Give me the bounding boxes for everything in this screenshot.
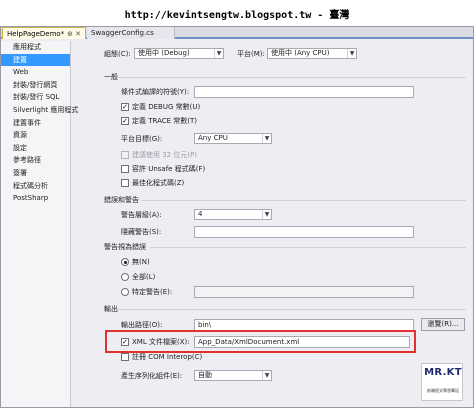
radio-specific-label: 特定警告(E): — [132, 288, 173, 296]
radio-none-label: 無(N) — [132, 258, 150, 266]
browse-button[interactable]: 瀏覽(R)... — [421, 318, 465, 331]
conditional-symbols-input[interactable] — [194, 86, 414, 98]
sidebar-item-package-publish-sql[interactable]: 封裝/發行 SQL — [1, 91, 70, 104]
define-debug-checkbox[interactable]: ✓ — [121, 103, 129, 111]
serialization-label: 產生序列化組件(E): — [121, 372, 183, 380]
errors-section-title: 錯誤和警告 — [104, 196, 139, 204]
blog-url-banner: http://kevintsengtw.blogspot.tw - 臺灣 — [0, 0, 474, 26]
com-interop-label: 註冊 COM Interop(C) — [132, 353, 203, 361]
mrkt-logo: MR.KT 前端程式學習筆記 — [421, 363, 463, 401]
section-divider — [150, 247, 466, 248]
suppress-warnings-label: 隱藏警告(S): — [121, 228, 162, 236]
config-value: 使用中 (Debug) — [138, 49, 190, 57]
document-tab-bar: HelpPageDemo* ⊕ ✕ SwaggerConfig.cs — [1, 27, 473, 39]
warning-level-label: 警告層級(A): — [121, 211, 162, 219]
radio-none[interactable] — [121, 258, 129, 266]
output-path-label: 輸出路徑(O): — [121, 321, 163, 329]
output-section-title: 輸出 — [104, 305, 118, 313]
sidebar-item-settings[interactable]: 設定 — [1, 142, 70, 155]
prefer-32bit-label: 建議使用 32 位元(P) — [132, 151, 198, 159]
section-divider — [118, 77, 466, 78]
config-label: 組態(C): — [104, 50, 131, 58]
chevron-down-icon: ▼ — [214, 49, 223, 58]
platform-value: 使用中 (Any CPU) — [271, 49, 330, 57]
serialization-dropdown[interactable]: 自動 ▼ — [194, 370, 272, 381]
warning-level-dropdown[interactable]: 4 ▼ — [194, 209, 272, 220]
sidebar-item-signing[interactable]: 簽署 — [1, 167, 70, 180]
sidebar-item-build-events[interactable]: 建置事件 — [1, 117, 70, 130]
section-divider — [140, 200, 466, 201]
tab-label: HelpPageDemo* — [7, 30, 65, 38]
annotation-highlight-box — [105, 330, 416, 353]
sidebar-item-build[interactable]: 建置 — [1, 53, 70, 67]
sidebar-item-resources[interactable]: 資源 — [1, 129, 70, 142]
define-debug-label: 定義 DEBUG 常數(U) — [132, 103, 201, 111]
sidebar-item-reference-paths[interactable]: 參考路徑 — [1, 154, 70, 167]
specific-warnings-input[interactable] — [194, 286, 414, 298]
sidebar-item-silverlight[interactable]: Silverlight 應用程式 — [1, 104, 78, 117]
tab-helppagedemo[interactable]: HelpPageDemo* ⊕ ✕ — [2, 27, 86, 39]
prefer-32bit-checkbox[interactable] — [121, 151, 129, 159]
serialization-value: 自動 — [198, 371, 212, 379]
chevron-down-icon: ▼ — [262, 371, 271, 380]
chevron-down-icon: ▼ — [262, 210, 271, 219]
optimize-label: 最佳化程式碼(Z) — [132, 179, 185, 187]
platform-target-label: 平台目標(G): — [121, 135, 163, 143]
logo-subtitle: 前端程式學習筆記 — [427, 388, 459, 393]
radio-specific-warnings[interactable] — [121, 288, 129, 296]
pin-close-icon[interactable]: ⊕ ✕ — [67, 28, 81, 40]
platform-label: 平台(M): — [237, 50, 265, 58]
com-interop-checkbox[interactable] — [121, 353, 129, 361]
platform-target-dropdown[interactable]: Any CPU ▼ — [194, 133, 272, 144]
allow-unsafe-label: 容許 Unsafe 程式碼(F) — [132, 165, 206, 173]
optimize-checkbox[interactable] — [121, 179, 129, 187]
define-trace-checkbox[interactable]: ✓ — [121, 117, 129, 125]
tab-label: SwaggerConfig.cs — [91, 29, 154, 37]
logo-title: MR.KT — [424, 367, 462, 378]
tab-swaggerconfig[interactable]: SwaggerConfig.cs — [87, 27, 175, 39]
chevron-down-icon: ▼ — [262, 134, 271, 143]
config-dropdown[interactable]: 使用中 (Debug) ▼ — [134, 48, 224, 59]
chevron-down-icon: ▼ — [347, 49, 356, 58]
sidebar-item-web[interactable]: Web — [1, 66, 70, 79]
radio-all-label: 全部(L) — [132, 273, 156, 281]
define-trace-label: 定義 TRACE 常數(T) — [132, 117, 198, 125]
section-divider — [118, 309, 466, 310]
sidebar-item-package-publish-web[interactable]: 封裝/發行網頁 — [1, 79, 70, 92]
sidebar-item-postsharp[interactable]: PostSharp — [1, 192, 70, 205]
platform-dropdown[interactable]: 使用中 (Any CPU) ▼ — [267, 48, 357, 59]
properties-sidebar: 應用程式 建置 Web 封裝/發行網頁 封裝/發行 SQL Silverligh… — [1, 41, 78, 407]
allow-unsafe-checkbox[interactable] — [121, 165, 129, 173]
conditional-symbols-label: 條件式編譯的符號(Y): — [121, 88, 190, 96]
platform-target-value: Any CPU — [198, 134, 228, 142]
warning-level-value: 4 — [198, 210, 203, 218]
general-section-title: 一般 — [104, 73, 118, 81]
radio-all[interactable] — [121, 273, 129, 281]
treat-warnings-section-title: 警告視為錯誤 — [104, 243, 146, 251]
suppress-warnings-input[interactable] — [194, 226, 414, 238]
sidebar-item-application[interactable]: 應用程式 — [1, 41, 70, 54]
sidebar-item-code-analysis[interactable]: 程式碼分析 — [1, 180, 70, 193]
